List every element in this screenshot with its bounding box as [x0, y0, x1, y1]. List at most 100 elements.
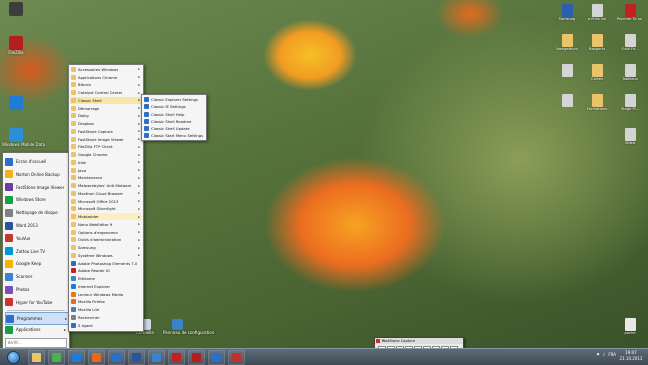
- program-menu-item[interactable]: Options d'ergonomie ▸: [70, 229, 142, 236]
- program-menu-item[interactable]: Accessoires Windows ▸: [70, 66, 142, 73]
- desktop-shortcut-label: e-Frais vol: [587, 17, 607, 21]
- taskbar-app-firefox[interactable]: [88, 350, 105, 365]
- desktop-shortcut-label: Tableaux: [622, 77, 638, 81]
- taskbar-app-store[interactable]: [148, 350, 165, 365]
- desktop-shortcut[interactable]: Pepinier Ta ou Fa...: [617, 4, 643, 21]
- clock-date: 21.10.2013: [619, 356, 643, 361]
- desktop-shortcut[interactable]: [2, 2, 30, 16]
- program-menu-item[interactable]: Système Windows ▸: [70, 252, 142, 259]
- program-menu-item[interactable]: Samsung ▸: [70, 244, 142, 251]
- desktop-shortcut[interactable]: Stage Pl...: [617, 94, 643, 111]
- start-menu-item[interactable]: Scanner: [5, 271, 67, 282]
- program-menu-item[interactable]: Java ▸: [70, 167, 142, 174]
- start-menu-item[interactable]: YouVue: [5, 233, 67, 244]
- desktop-shortcut[interactable]: Panneau de configuration: [163, 319, 214, 335]
- program-menu-item[interactable]: Applications Chrome ▸: [70, 74, 142, 81]
- start-button[interactable]: [2, 350, 24, 364]
- program-menu-item[interactable]: Catalyst Control Center ▸: [70, 89, 142, 96]
- program-menu-item[interactable]: Rechercher: [70, 314, 142, 321]
- program-menu-item[interactable]: Lecteur Windows Media: [70, 291, 142, 298]
- program-menu-item-label: Lecteur Windows Media: [78, 291, 124, 297]
- desktop-shortcut[interactable]: Cartes: [584, 64, 610, 81]
- desktop-shortcut[interactable]: Tableaux: [617, 64, 643, 81]
- start-menu-item[interactable]: Zattoo Live TV: [5, 246, 67, 257]
- program-menu-item[interactable]: Outils d'administration ▸: [70, 237, 142, 244]
- taskbar-app-filezilla[interactable]: [188, 350, 205, 365]
- chevron-right-icon: ▸: [138, 191, 140, 196]
- desktop-shortcut[interactable]: Rapports: [584, 34, 610, 51]
- classic-shell-item[interactable]: Classic Start Menu Settings: [143, 132, 205, 140]
- start-menu-item[interactable]: Nettoyage de disque: [5, 207, 67, 218]
- program-menu-item[interactable]: Mozilla Lite: [70, 306, 142, 313]
- taskbar-app-mail[interactable]: [208, 350, 225, 365]
- desktop-shortcut-label: poche: [624, 331, 636, 335]
- program-menu-item-label: Maintenance: [78, 175, 103, 181]
- program-menu-item[interactable]: Dolby ▸: [70, 113, 142, 120]
- desktop-shortcut[interactable]: Video: [617, 128, 643, 145]
- chevron-right-icon: ▸: [138, 222, 140, 227]
- program-menu-item-label: FastStone Image Viewer: [78, 136, 124, 142]
- classic-shell-item-label: Classic Shell Readme: [151, 118, 192, 124]
- program-menu-item[interactable]: Google Chrome ▸: [70, 151, 142, 158]
- speaker-icon[interactable]: ♪: [603, 352, 606, 357]
- desktop-shortcut[interactable]: [554, 94, 580, 107]
- program-menu-item[interactable]: Maxthon Cloud Browser ▸: [70, 190, 142, 197]
- program-menu-item[interactable]: Adobe Photoshop Elements 7.0: [70, 260, 142, 267]
- taskbar-app-explorer[interactable]: [28, 350, 45, 365]
- desktop-shortcut[interactable]: [2, 96, 30, 110]
- chevron-right-icon: ▸: [138, 67, 140, 72]
- program-menu-item[interactable]: Microsoft Office 2013 ▸: [70, 198, 142, 205]
- desktop-shortcut[interactable]: FileZilla: [2, 36, 30, 55]
- start-menu-item[interactable]: Windows Store: [5, 194, 67, 205]
- program-menu-item[interactable]: FileZilla FTP Client ▸: [70, 144, 142, 151]
- program-menu-item[interactable]: Démarrage ▸: [70, 105, 142, 112]
- program-menu-item[interactable]: FastStone Image Viewer ▸: [70, 136, 142, 143]
- desktop-shortcut[interactable]: poche: [617, 318, 643, 335]
- start-menu-item[interactable]: Norton Online Backup: [5, 169, 67, 180]
- flag-icon[interactable]: ⚑: [596, 352, 600, 357]
- program-menu-item[interactable]: Bitcoin ▸: [70, 82, 142, 89]
- program-menu-item[interactable]: Classic Shell ▸: [70, 97, 142, 104]
- taskbar-app-ie[interactable]: [68, 350, 85, 365]
- start-search-input[interactable]: Arrêt... ⌕: [5, 338, 67, 348]
- start-menu-item[interactable]: FastStone Image Viewer: [5, 182, 67, 193]
- program-menu-item[interactable]: Internet Explorer: [70, 283, 142, 290]
- taskbar-app-word[interactable]: [128, 350, 145, 365]
- program-menu-item[interactable]: Maintenance ▸: [70, 175, 142, 182]
- taskbar-app-acrobat[interactable]: [168, 350, 185, 365]
- desktop-shortcut[interactable]: Formations: [584, 94, 610, 111]
- desktop-shortcut[interactable]: Samsung: [554, 4, 580, 21]
- start-menu-item[interactable]: Ecran d'accueil: [5, 156, 67, 167]
- start-menu-separator: [7, 310, 65, 311]
- desktop-shortcut[interactable]: e-Frais vol: [584, 4, 610, 21]
- clock[interactable]: 19:47 21.10.2013: [617, 350, 645, 362]
- app-icon: [9, 2, 23, 16]
- desktop-shortcut[interactable]: Navigateurs: [554, 34, 580, 51]
- start-applications-item[interactable]: Applications ▸: [5, 324, 67, 335]
- program-menu-item[interactable]: FastStone Capture ▸: [70, 128, 142, 135]
- start-menu-item[interactable]: Hyper for YouTube: [5, 297, 67, 308]
- language-indicator[interactable]: FRA: [608, 352, 616, 357]
- program-menu-item[interactable]: Microsoft Silverlight ▸: [70, 206, 142, 213]
- program-menu-item[interactable]: Adobe Reader XI: [70, 268, 142, 275]
- desktop-shortcut[interactable]: [554, 64, 580, 77]
- taskbar-app-faststone[interactable]: [228, 350, 245, 365]
- program-menu-item[interactable]: Mozilla Firefox: [70, 299, 142, 306]
- close-icon[interactable]: ✕: [382, 339, 462, 343]
- file-icon: [591, 4, 603, 17]
- program-menu-item[interactable]: S Agent: [70, 322, 142, 329]
- capture-title-bar[interactable]: FastStone Capture ✕: [375, 338, 463, 344]
- program-menu-item[interactable]: Intel ▸: [70, 159, 142, 166]
- program-menu-item[interactable]: Mobizoider ▸: [70, 213, 142, 221]
- taskbar-app-media[interactable]: [108, 350, 125, 365]
- taskbar-app-chrome[interactable]: [48, 350, 65, 365]
- start-menu-item[interactable]: Photos: [5, 284, 67, 295]
- program-menu-item[interactable]: Dropbox ▸: [70, 120, 142, 127]
- start-menu-item[interactable]: Word 2013: [5, 220, 67, 231]
- desktop-shortcut[interactable]: Suivi Fo...: [617, 34, 643, 51]
- program-menu-item[interactable]: Nano WebEditor 9 ▸: [70, 221, 142, 228]
- program-menu-item[interactable]: Malwarebytes' Anti-Malware ▸: [70, 182, 142, 189]
- start-menu-item[interactable]: Google Keep: [5, 258, 67, 269]
- desktop-shortcut[interactable]: Windows Mobile Data: [2, 128, 45, 147]
- program-menu-item[interactable]: Ettikome: [70, 275, 142, 282]
